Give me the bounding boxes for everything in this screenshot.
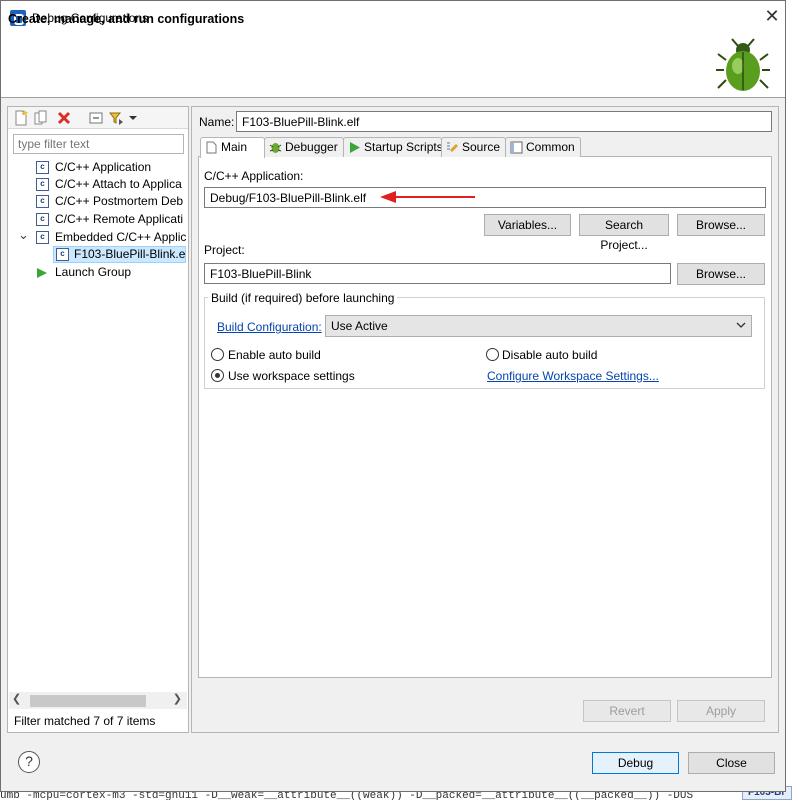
tab-common[interactable]: Common — [505, 137, 581, 157]
use-workspace-settings-label: Use workspace settings — [228, 369, 355, 383]
apply-button[interactable]: Apply — [677, 700, 765, 722]
tab-label: Debugger — [285, 140, 338, 154]
tab-label: Main — [221, 140, 248, 154]
tree-item-selected[interactable]: c F103-BluePill-Blink.elf — [53, 246, 186, 263]
project-label: Project: — [204, 243, 245, 257]
source-tab-icon — [447, 142, 458, 152]
name-input[interactable] — [236, 111, 772, 132]
tab-startup-scripts[interactable]: Startup Scripts — [343, 137, 443, 157]
browse-project-button[interactable]: Browse... — [677, 263, 765, 285]
project-input[interactable] — [204, 263, 671, 284]
tree-item-label: Launch Group — [55, 265, 132, 279]
red-annotation-arrow — [380, 191, 475, 203]
help-icon[interactable]: ? — [18, 751, 40, 773]
tab-debugger[interactable]: Debugger — [264, 137, 344, 157]
tab-label: Source — [462, 140, 501, 154]
cpp-application-input[interactable] — [204, 187, 766, 208]
browse-application-button[interactable]: Browse... — [677, 214, 765, 236]
tree-item[interactable]: c C/C++ Attach to Applica — [36, 176, 186, 193]
tree-toolbar — [8, 107, 188, 129]
view-menu-chevron-icon[interactable] — [128, 110, 138, 126]
close-window-button[interactable]: ✕ — [762, 6, 782, 26]
scrollbar-thumb[interactable] — [30, 695, 146, 707]
c-config-icon: c — [36, 178, 49, 191]
filter-input[interactable] — [13, 134, 184, 154]
disable-auto-build-label: Disable auto build — [502, 348, 598, 362]
background-code-text: umb -mcpu=cortex-m3 -std=gnu11 -D__weak=… — [0, 792, 694, 800]
revert-button[interactable]: Revert — [583, 700, 671, 722]
tab-source[interactable]: Source — [441, 137, 506, 157]
delete-icon[interactable] — [56, 110, 72, 126]
tree-item[interactable]: Launch Group — [36, 264, 186, 281]
launch-group-icon — [37, 268, 47, 278]
enable-auto-build-radio[interactable] — [211, 348, 224, 361]
scroll-right-icon[interactable]: ❯ — [173, 692, 182, 705]
tree-item-label: C/C++ Application — [55, 160, 152, 174]
c-config-icon: c — [36, 195, 49, 208]
chevron-down-icon[interactable] — [734, 318, 748, 332]
filter-icon[interactable] — [109, 110, 125, 126]
tab-label: Startup Scripts — [364, 140, 443, 154]
debug-button[interactable]: Debug — [592, 752, 679, 774]
c-config-icon: c — [36, 161, 49, 174]
header-title: Create, manage, and run configurations — [8, 12, 245, 26]
background-area — [786, 0, 792, 786]
startup-tab-icon — [350, 142, 360, 153]
disable-auto-build-radio[interactable] — [486, 348, 499, 361]
tree-item-label: F103-BluePill-Blink.elf — [74, 247, 186, 261]
scroll-left-icon[interactable]: ❮ — [12, 692, 21, 705]
duplicate-icon[interactable] — [33, 110, 49, 126]
collapse-all-icon[interactable] — [88, 110, 104, 126]
variables-button[interactable]: Variables... — [484, 214, 571, 236]
configure-workspace-settings-link[interactable]: Configure Workspace Settings... — [487, 369, 659, 383]
debugger-tab-icon — [269, 143, 282, 153]
search-project-button[interactable]: Search Project... — [579, 214, 669, 252]
name-label: Name: — [199, 115, 235, 129]
close-button[interactable]: Close — [688, 752, 775, 774]
filter-status: Filter matched 7 of 7 items — [14, 714, 156, 728]
build-configuration-select[interactable]: Use Active — [325, 315, 752, 337]
use-workspace-settings-radio[interactable] — [211, 369, 224, 382]
dialog-header — [1, 32, 785, 98]
tree-item[interactable]: c C/C++ Application — [36, 159, 186, 176]
main-tab-icon — [206, 141, 217, 154]
tab-main[interactable]: Main — [200, 137, 265, 158]
tree-item-label: C/C++ Postmortem Deb — [55, 194, 184, 208]
tree-item[interactable]: c C/C++ Remote Applicati — [36, 211, 186, 228]
build-configuration-link[interactable]: Build Configuration: — [217, 320, 322, 334]
tree-item-label: C/C++ Remote Applicati — [55, 212, 184, 226]
new-configuration-icon[interactable] — [13, 110, 29, 126]
build-group-title: Build (if required) before launching — [208, 291, 398, 305]
enable-auto-build-label: Enable auto build — [228, 348, 321, 362]
c-config-icon: c — [56, 248, 69, 261]
cpp-application-label: C/C++ Application: — [204, 169, 304, 183]
c-config-icon: c — [36, 231, 49, 244]
common-tab-icon — [510, 141, 523, 154]
tree-item-embedded[interactable]: ⌄ c Embedded C/C++ Applic — [18, 229, 186, 246]
tree-item-label: Embedded C/C++ Applic — [55, 230, 186, 244]
c-config-icon: c — [36, 213, 49, 226]
tree-item[interactable]: c C/C++ Postmortem Deb — [36, 193, 186, 210]
tree-item-label: C/C++ Attach to Applica — [55, 177, 182, 191]
debug-bug-icon — [716, 38, 770, 91]
tab-label: Common — [526, 140, 575, 154]
expand-chevron-icon[interactable]: ⌄ — [18, 229, 29, 243]
